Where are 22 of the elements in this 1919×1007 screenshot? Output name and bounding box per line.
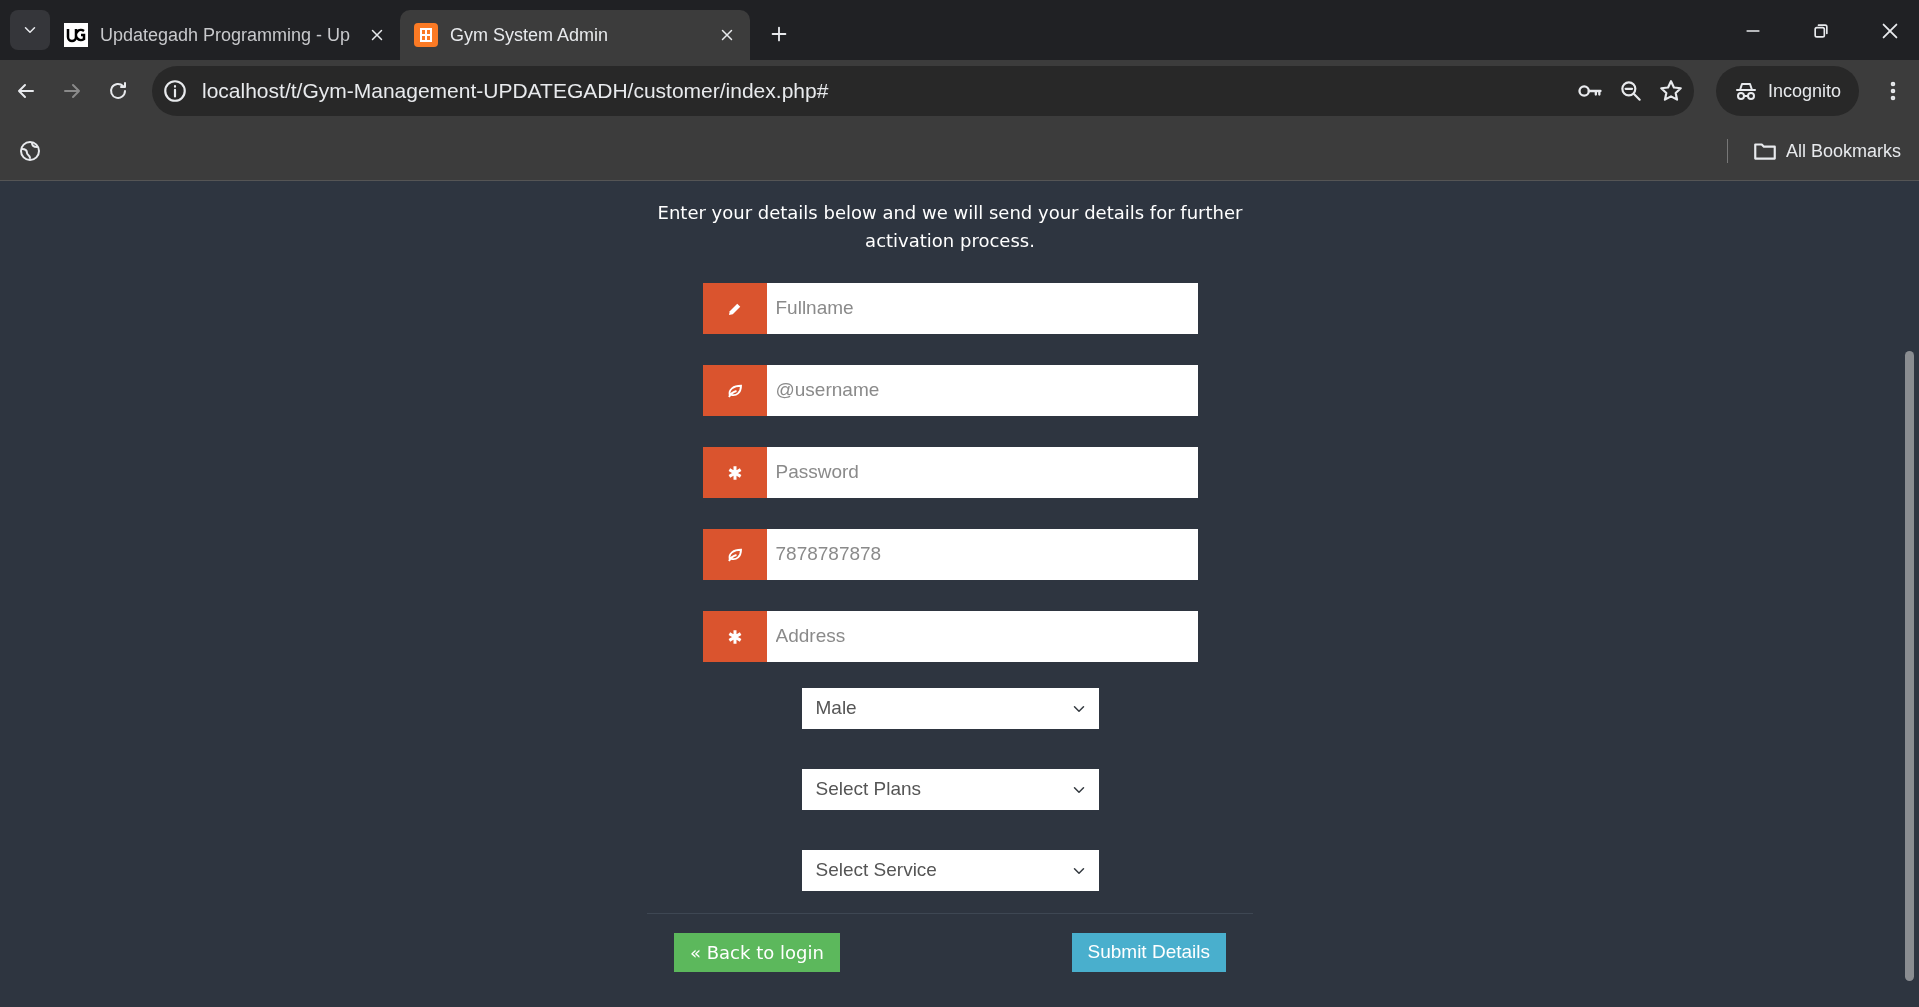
dropdown[interactable]: Select Service: [801, 850, 1099, 891]
info-icon[interactable]: [162, 78, 188, 104]
input-field[interactable]: Fullname: [766, 283, 1198, 334]
star-icon[interactable]: [1657, 78, 1684, 104]
input-field[interactable]: Address: [766, 611, 1198, 662]
restore-icon[interactable]: [1811, 21, 1831, 41]
profile-button[interactable]: Incognito: [1715, 66, 1859, 116]
scrollbar-thumb[interactable]: [1905, 351, 1914, 981]
site-logo-icon: [64, 23, 88, 47]
bookmarks-folder[interactable]: All Bookmarks: [1751, 137, 1901, 165]
tab-title: Gym System Admin: [450, 23, 610, 47]
browser-tab[interactable]: Updategadh Programming - Up: [50, 10, 400, 60]
dropdown[interactable]: Male: [801, 688, 1099, 729]
browser-tab[interactable]: Gym System Admin: [400, 10, 750, 60]
site-logo-icon: [414, 23, 438, 47]
dropdown[interactable]: Select Plans: [801, 769, 1099, 810]
intro-text: Enter your details below and we will send your details for further activation process.: [656, 201, 1244, 253]
globe-icon[interactable]: [18, 139, 42, 163]
input-field[interactable]: @username: [766, 365, 1198, 416]
tab-title: Updategadh Programming - Up: [100, 23, 352, 47]
input-field[interactable]: 7878787878: [766, 529, 1198, 580]
input-field[interactable]: Password: [766, 447, 1198, 498]
